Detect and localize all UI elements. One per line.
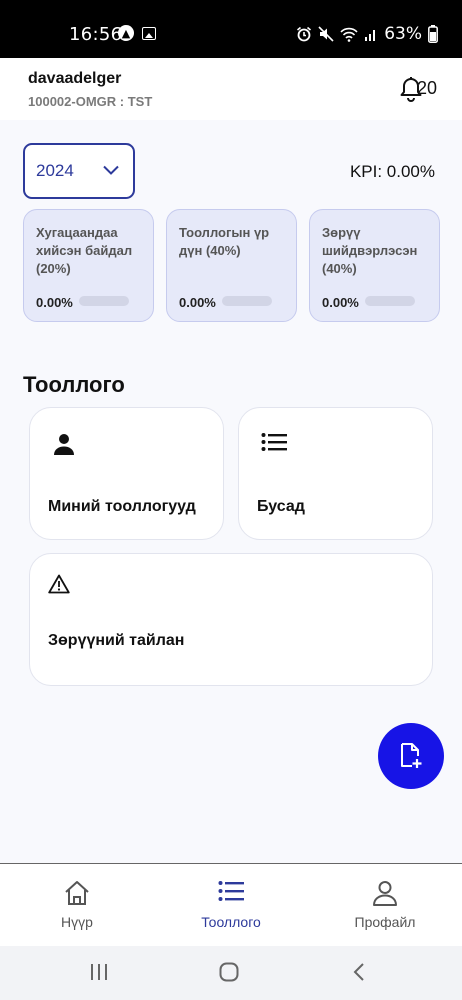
alarm-icon [297, 26, 312, 42]
kpi-card-value: 0.00% [36, 295, 73, 310]
kpi-total: KPI: 0.00% [349, 162, 435, 181]
nav-app-icon: ▲ [118, 25, 134, 41]
status-bar: 16:56 ▲ 63% [0, 0, 462, 58]
battery-icon [428, 25, 438, 43]
recent-apps-icon[interactable] [90, 962, 108, 982]
back-icon[interactable] [352, 962, 366, 982]
year-select[interactable]: 2024 [23, 143, 135, 199]
chevron-down-icon [103, 165, 119, 175]
kpi-card-label: Хугацаандаа хийсэн байдал (20%) [36, 225, 133, 276]
kpi-progress-bar [79, 296, 129, 306]
add-count-button[interactable] [378, 723, 444, 789]
list-icon [261, 433, 287, 451]
user-name: davaadelger [28, 70, 122, 87]
nav-home-label: Нүүр [61, 914, 93, 930]
gallery-icon [142, 26, 156, 40]
kpi-progress-bar [222, 296, 272, 306]
profile-icon [373, 881, 397, 906]
kpi-card-label: Зөрүү шийдвэрлэсэн (40%) [322, 225, 418, 276]
my-counts-card[interactable]: Миний тооллогууд [29, 407, 224, 540]
kpi-card-variance-resolved: Зөрүү шийдвэрлэсэн (40%) 0.00% [309, 209, 440, 322]
status-time: 16:56 [69, 24, 123, 45]
nav-profile-label: Профайл [354, 914, 416, 930]
kpi-card-ontime: Хугацаандаа хийсэн байдал (20%) 0.00% [23, 209, 154, 322]
home-icon [65, 881, 89, 905]
home-button-icon[interactable] [219, 962, 239, 982]
app-header: davaadelger 100002-OMGR : TST 20 [0, 58, 462, 120]
kpi-card-count-result: Тооллогын үр дүн (40%) 0.00% [166, 209, 297, 322]
signal-icon [365, 29, 376, 41]
nav-counts-label: Тооллого [201, 914, 261, 930]
kpi-card-label: Тооллогын үр дүн (40%) [179, 225, 270, 258]
kpi-card-value: 0.00% [322, 295, 359, 310]
system-nav-bar [0, 946, 462, 1000]
person-icon [54, 434, 74, 455]
mute-icon [318, 26, 334, 42]
nav-profile[interactable]: Профайл [308, 864, 462, 947]
others-card[interactable]: Бусад [238, 407, 433, 540]
notification-count: 20 [417, 78, 438, 98]
nav-counts[interactable]: Тооллого [154, 864, 308, 947]
new-document-icon [401, 743, 422, 768]
bottom-nav: Нүүр Тооллого Профайл [0, 863, 462, 946]
wifi-icon [340, 27, 358, 42]
warning-icon [48, 574, 70, 594]
year-value: 2024 [36, 161, 74, 180]
battery-percent: 63% [384, 24, 422, 44]
variance-report-label: Зөрүүний тайлан [48, 632, 185, 649]
list-icon [218, 881, 244, 901]
kpi-card-value: 0.00% [179, 295, 216, 310]
section-title: Тооллого [23, 372, 125, 397]
user-code: 100002-OMGR : TST [28, 94, 153, 109]
my-counts-label: Миний тооллогууд [48, 498, 196, 515]
nav-home[interactable]: Нүүр [0, 864, 154, 947]
kpi-progress-bar [365, 296, 415, 306]
others-label: Бусад [257, 498, 305, 515]
variance-report-card[interactable]: Зөрүүний тайлан [29, 553, 433, 686]
